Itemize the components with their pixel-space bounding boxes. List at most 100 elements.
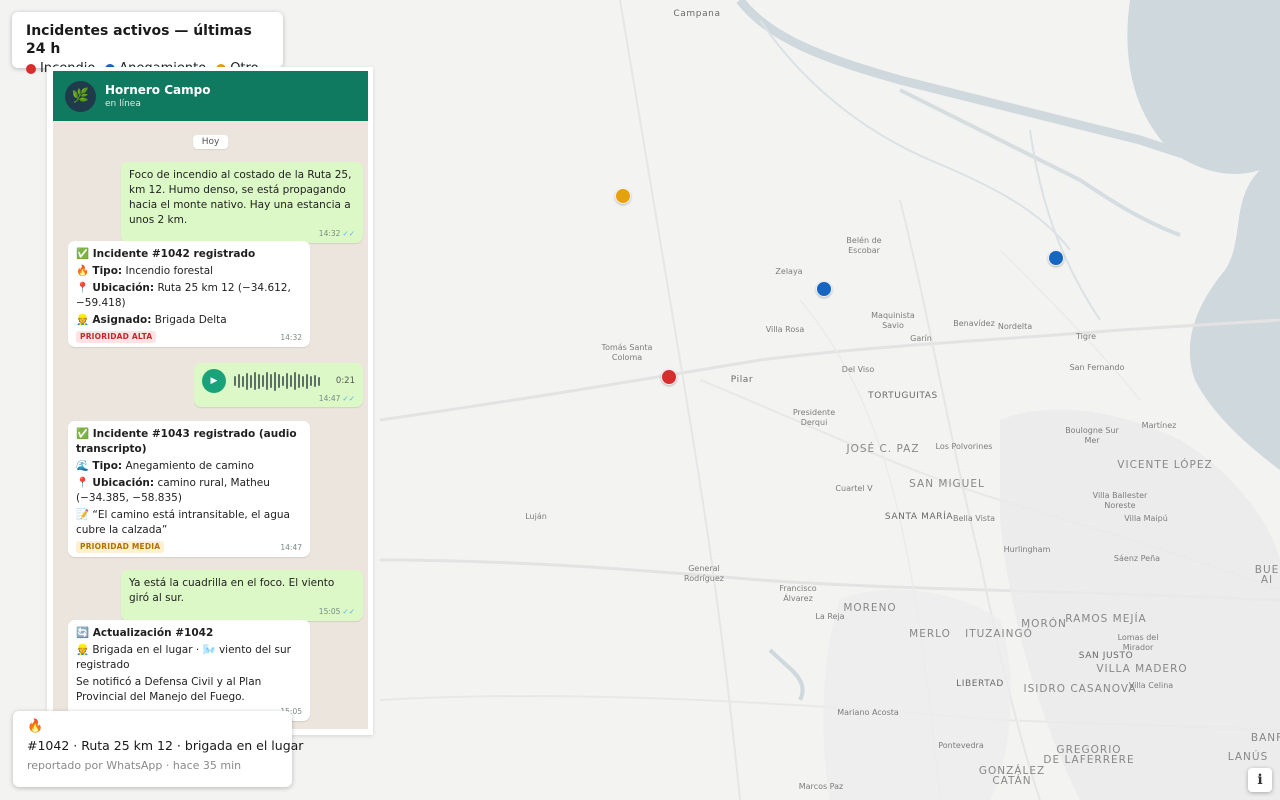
location-label: Ubicación: [92, 282, 155, 294]
message-outgoing[interactable]: Ya está la cuadrilla en el foco. El vien… [121, 570, 363, 621]
transcript-quote: “El camino está intransitable, el agua c… [76, 509, 290, 536]
incident-quote-row: 📝 “El camino está intransitable, el agua… [76, 508, 302, 538]
waveform-bar [286, 373, 288, 389]
waveform-bar [266, 372, 268, 390]
update-line: Se notificó a Defensa Civil y al Plan Pr… [76, 676, 262, 703]
wave-icon: 🌊 [76, 460, 90, 472]
avatar[interactable]: 🌿 [65, 80, 96, 112]
map-place-label: Maquinista Savio [871, 311, 915, 330]
pin-icon: 📍 [76, 477, 90, 489]
message-time: 14:32 [318, 229, 341, 238]
map-place-label: Mariano Acosta [837, 708, 899, 717]
map-place-label: MERLO [909, 628, 951, 640]
waveform-bar [306, 373, 308, 389]
memo-icon: 📝 [76, 509, 90, 521]
message-incoming[interactable]: ✅ Incidente #1042 registrado 🔥 Tipo: Inc… [68, 241, 310, 347]
location-label: Ubicación: [92, 477, 155, 489]
message-meta: 15:05 ✓✓ [129, 607, 355, 617]
map-place-label: Lomas del Mirador [1117, 633, 1159, 652]
fire-icon: 🔥 [27, 719, 44, 734]
map-place-label: Nordelta [997, 322, 1033, 331]
audio-player: ▶ 0:21 [202, 369, 355, 393]
waveform-bar [246, 372, 248, 390]
waveform-bar [282, 376, 284, 386]
waveform-bar [310, 376, 312, 386]
marker-anegamiento-icon[interactable] [1048, 250, 1064, 266]
map-place-label: General Rodríguez [684, 564, 724, 583]
waveform-bar [314, 375, 316, 387]
chat-header: 🌿 Hornero Campo en línea [53, 71, 368, 121]
map-place-label: LIBERTAD [956, 679, 1004, 689]
audio-waveform[interactable] [234, 371, 320, 391]
info-button[interactable]: i [1248, 768, 1272, 792]
message-outgoing[interactable]: Foco de incendio al costado de la Ruta 2… [121, 162, 363, 243]
chat-window[interactable]: 🌿 Hornero Campo en línea Hoy Foco de inc… [53, 71, 368, 729]
incident-toast[interactable]: 🔥 #1042 · Ruta 25 km 12 · brigada en el … [13, 711, 303, 787]
message-incoming[interactable]: ✅ Incidente #1043 registrado (audio tran… [68, 421, 310, 557]
waveform-bar [262, 375, 264, 387]
map-place-label: Del Viso [841, 365, 875, 374]
type-value: Incendio forestal [125, 265, 214, 277]
incident-type-row: 🔥 Tipo: Incendio forestal [76, 264, 302, 279]
day-separator: Hoy [192, 135, 229, 149]
waveform-bar [242, 375, 244, 387]
assigned-value: Brigada Delta [154, 314, 227, 326]
update-title: 🔄 Actualización #1042 [76, 627, 214, 639]
contact-name: Hornero Campo [105, 82, 211, 97]
map-place-label: Garín [910, 334, 932, 343]
audio-duration: 0:21 [335, 375, 355, 386]
incident-type-row: 🌊 Tipo: Anegamiento de camino [76, 459, 302, 474]
map-place-label: Marcos Paz [798, 782, 844, 791]
map-place-label: Bella Vista [952, 514, 996, 523]
waveform-bar [274, 371, 276, 391]
map-place-label: Belén de Escobar [846, 236, 882, 255]
waveform-bar [278, 374, 280, 388]
assigned-label: Asignado: [92, 314, 152, 326]
leaf-icon: 🌿 [71, 88, 90, 104]
map-place-label: SANTA MARÍA [884, 512, 954, 522]
message-time: 15:05 [318, 607, 341, 616]
map-place-label: Martínez [1141, 421, 1177, 430]
incident-title: ✅ Incidente #1043 registrado (audio tran… [76, 428, 297, 455]
message-footer: PRIORIDAD ALTA 14:32 [76, 331, 302, 343]
message-time: 14:32 [280, 332, 302, 342]
fire-icon: 🔥 [76, 265, 90, 277]
whatsapp-chat-panel: 🌿 Hornero Campo en línea Hoy Foco de inc… [47, 67, 373, 735]
map-place-label: Sáenz Peña [1113, 554, 1161, 563]
message-time: 14:47 [318, 394, 341, 403]
play-icon[interactable]: ▶ [202, 369, 226, 393]
incident-title: ✅ Incidente #1042 registrado [76, 248, 256, 260]
legend-title: Incidentes activos — últimas 24 h [26, 23, 252, 57]
marker-incendio-icon[interactable] [661, 369, 677, 385]
map-place-label: Pontevedra [938, 741, 984, 750]
map-place-label: JOSÉ C. PAZ [846, 443, 920, 455]
waveform-bar [270, 374, 272, 388]
map-place-label: GONZÁLEZ CATÁN [978, 765, 1046, 787]
worker-icon: 👷 [76, 314, 90, 326]
waveform-bar [234, 376, 236, 386]
waveform-bar [290, 375, 292, 387]
update-line: 👷 Brigada en el lugar · 🌬️ viento del su… [76, 644, 291, 671]
waveform-bar [250, 374, 252, 388]
map-place-label: VILLA MADERO [1096, 663, 1188, 675]
map-place-label: Pilar [730, 375, 754, 385]
map-place-label: ITUZAINGÓ [965, 628, 1033, 640]
map-place-label: Luján [525, 512, 547, 521]
map-place-label: TORTUGUITAS [868, 391, 938, 401]
read-ticks-icon: ✓✓ [342, 394, 355, 403]
waveform-bar [318, 376, 320, 386]
marker-anegamiento-icon[interactable] [816, 281, 832, 297]
map-place-label: La Reja [815, 612, 845, 621]
map-place-label: RAMOS MEJÍA [1065, 613, 1147, 625]
map-place-label: Tomás Santa Coloma [601, 343, 653, 362]
message-incoming[interactable]: 🔄 Actualización #1042 👷 Brigada en el lu… [68, 620, 310, 721]
priority-badge: PRIORIDAD MEDIA [76, 541, 165, 553]
map-place-label: Villa Ballester Noreste [1092, 491, 1148, 510]
contact-status: en línea [105, 98, 141, 109]
map-legend: Incidentes activos — últimas 24 h Incend… [12, 12, 283, 76]
incident-location-row: 📍 Ubicación: camino rural, Matheu (−34.3… [76, 476, 302, 506]
audio-message[interactable]: ▶ 0:21 14:47 ✓✓ [194, 363, 363, 407]
marker-otro-icon[interactable] [615, 188, 631, 204]
map-place-label: Cuartel V [835, 484, 873, 493]
map-place-label: BUE AI [1254, 564, 1280, 586]
